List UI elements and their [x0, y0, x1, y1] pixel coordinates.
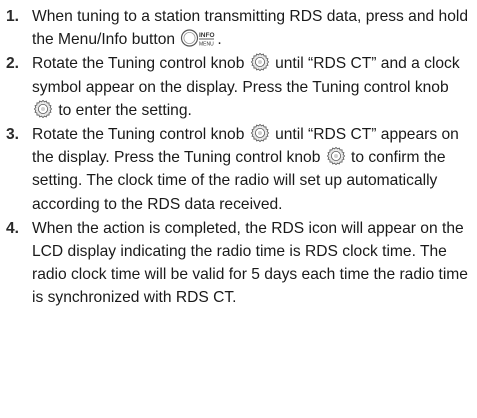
- step-text-part: When tuning to a station transmitting RD…: [32, 8, 469, 49]
- step-text-part: to enter the setting.: [54, 101, 192, 119]
- step-3: 3. Rotate the Tuning control knob until …: [6, 123, 472, 216]
- step-text-part: Rotate the Tuning control knob: [32, 126, 249, 144]
- tuning-knob-glyph: [250, 53, 269, 72]
- menu-icon-bottom-label: MENU: [199, 42, 214, 48]
- step-number: 1.: [6, 8, 20, 25]
- step-text: Rotate the Tuning control knob until “RD…: [32, 52, 472, 122]
- step-number: 3.: [6, 126, 20, 144]
- step-2: 2. Rotate the Tuning control knob until …: [6, 52, 472, 122]
- instruction-list: 1. When tuning to a station transmitting…: [6, 5, 472, 311]
- tuning-knob-glyph: [33, 99, 53, 118]
- menu-info-button-icon: INFO MENU: [180, 28, 216, 48]
- step-text: When tuning to a station transmitting RD…: [32, 5, 472, 51]
- step-1: 1. When tuning to a station transmitting…: [6, 5, 472, 51]
- tuning-knob-icon: [33, 99, 53, 119]
- menu-icon-top-label: INFO: [199, 32, 215, 39]
- tuning-knob-icon: [250, 52, 270, 72]
- step-4: 4. When the action is completed, the RDS…: [6, 217, 472, 310]
- step-number: 2.: [6, 55, 20, 73]
- tuning-knob-icon: [326, 146, 346, 166]
- step-text: When the action is completed, the RDS ic…: [32, 219, 468, 307]
- step-text-part: Rotate the Tuning control knob: [32, 55, 249, 73]
- step-text-part: .: [217, 31, 222, 49]
- step-text: Rotate the Tuning control knob until “RD…: [32, 123, 472, 216]
- step-number: 4.: [6, 219, 20, 237]
- tuning-knob-glyph: [326, 147, 345, 166]
- tuning-knob-glyph: [250, 123, 269, 143]
- tuning-knob-icon: [250, 123, 270, 143]
